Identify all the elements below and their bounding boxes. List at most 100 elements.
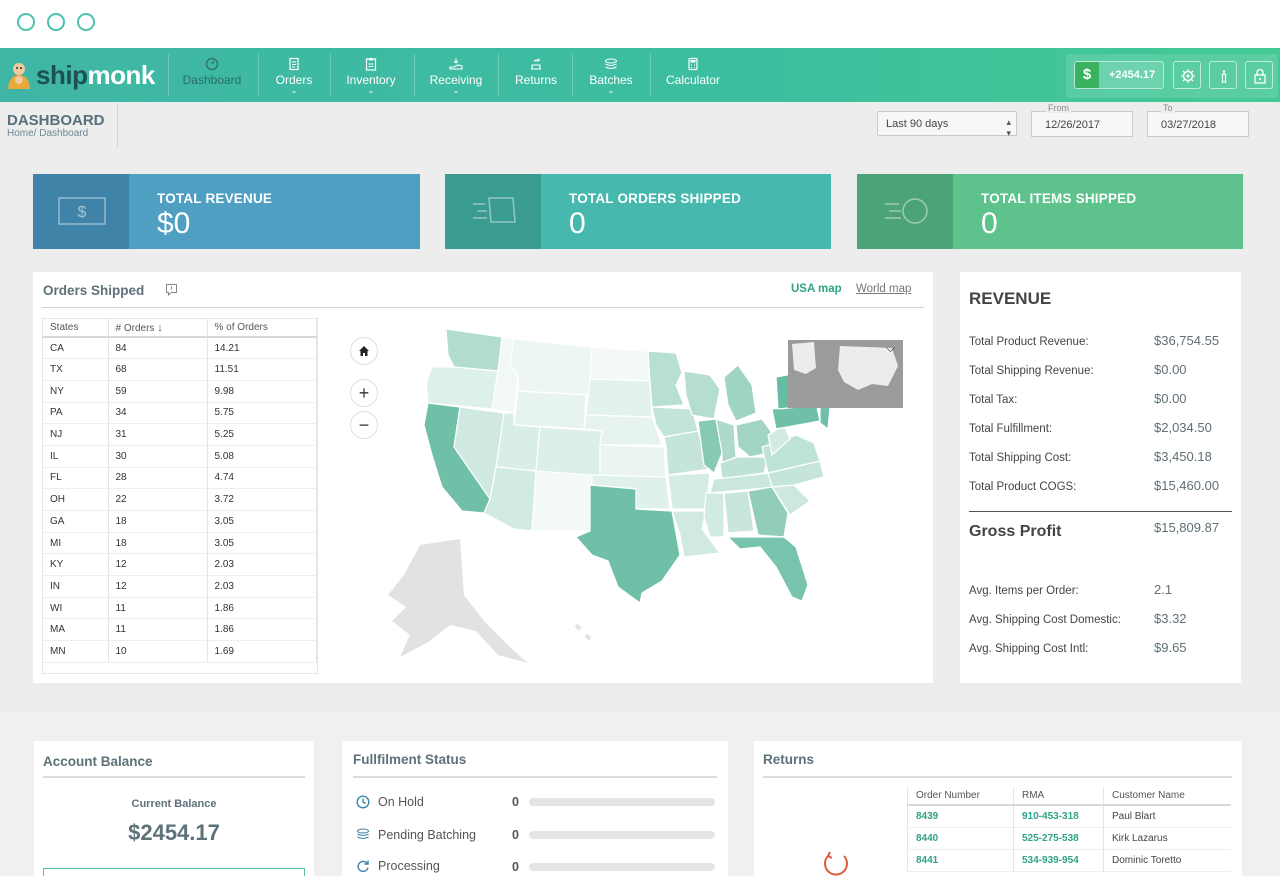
- hand-receive-icon: [449, 58, 463, 70]
- nav-separator: [498, 54, 499, 96]
- date-range-select[interactable]: Last 90 days ▴ ▾: [877, 111, 1017, 138]
- state-fl[interactable]: [726, 536, 809, 602]
- info-button[interactable]: [1209, 61, 1237, 89]
- state-ms[interactable]: [703, 492, 725, 538]
- state-nm[interactable]: [531, 470, 593, 532]
- state-hi[interactable]: [574, 623, 592, 641]
- state-mt[interactable]: [509, 338, 593, 396]
- add-funds-button[interactable]: [43, 868, 305, 876]
- map-zoom-in-button[interactable]: +: [350, 379, 378, 407]
- to-date-input[interactable]: 03/27/2018: [1147, 111, 1249, 137]
- state-wa[interactable]: [445, 328, 503, 372]
- state-cell: GA: [43, 510, 109, 533]
- orders-count-cell: 22: [108, 488, 208, 511]
- table-row[interactable]: MA 11 1.86: [43, 618, 317, 642]
- table-row[interactable]: OH 22 3.72: [43, 488, 317, 511]
- map-zoom-out-button[interactable]: −: [350, 411, 378, 439]
- table-row[interactable]: MI 18 3.05: [43, 532, 317, 555]
- from-date-input[interactable]: 12/26/2017: [1031, 111, 1133, 137]
- window-minimize-button[interactable]: [47, 13, 65, 31]
- map-home-button[interactable]: [350, 337, 378, 365]
- nav-returns[interactable]: Returns: [506, 48, 566, 102]
- order-number-cell[interactable]: 8440: [907, 827, 1014, 850]
- calculator-icon: [688, 57, 698, 71]
- state-nj[interactable]: [819, 404, 831, 431]
- state-ar[interactable]: [667, 472, 711, 510]
- window-close-button[interactable]: [17, 13, 35, 31]
- nav-orders[interactable]: Orders ⌄: [262, 48, 326, 102]
- state-mi[interactable]: [723, 364, 757, 422]
- state-ks[interactable]: [599, 444, 667, 478]
- returns-row[interactable]: 8440 525-275-538 Kirk Lazarus: [907, 827, 1231, 850]
- state-ak[interactable]: [388, 539, 528, 663]
- col-states[interactable]: States: [43, 319, 109, 338]
- breadcrumb-home[interactable]: Home/: [7, 128, 36, 139]
- nav-receiving[interactable]: Receiving ⌄: [422, 48, 490, 102]
- col-rma[interactable]: RMA: [1013, 787, 1104, 806]
- table-row[interactable]: IL 30 5.08: [43, 445, 317, 468]
- nav-dashboard[interactable]: Dashboard: [176, 48, 248, 102]
- col-orders[interactable]: # Orders ↓: [108, 319, 208, 338]
- kpi-items-icon-pane: [857, 174, 953, 249]
- comment-icon[interactable]: [165, 283, 178, 296]
- balance-button[interactable]: $ +2454.17: [1074, 61, 1164, 89]
- status-processing-label: Processing: [378, 859, 440, 873]
- state-or[interactable]: [425, 366, 499, 410]
- orders-percent-cell: 1.86: [207, 618, 317, 642]
- orders-count-cell: 18: [108, 532, 208, 555]
- average-row-label: Avg. Shipping Cost Intl:: [969, 643, 1089, 655]
- state-nd[interactable]: [589, 346, 651, 382]
- gear-icon: [1181, 69, 1195, 83]
- settings-button[interactable]: [1173, 61, 1201, 89]
- orders-shipped-rule: [42, 307, 924, 308]
- table-row[interactable]: PA 34 5.75: [43, 402, 317, 425]
- col-order-number[interactable]: Order Number: [907, 787, 1014, 806]
- shipmonk-logo[interactable]: shipmonk: [4, 58, 155, 92]
- table-row[interactable]: IN 12 2.03: [43, 575, 317, 598]
- state-cell: MI: [43, 532, 109, 555]
- revenue-row-value: $0.00: [1154, 391, 1187, 406]
- rma-cell[interactable]: 910-453-318: [1013, 805, 1104, 828]
- table-row[interactable]: TX 68 11.51: [43, 358, 317, 381]
- table-header-row: States # Orders ↓ % of Orders: [43, 319, 317, 338]
- rma-cell[interactable]: 534-939-954: [1013, 849, 1104, 872]
- col-percent[interactable]: % of Orders: [207, 319, 317, 338]
- returns-row[interactable]: 8441 534-939-954 Dominic Toretto: [907, 849, 1231, 872]
- kpi-orders-title: TOTAL ORDERS SHIPPED: [569, 191, 742, 206]
- returns-row[interactable]: 8439 910-453-318 Paul Blart: [907, 805, 1231, 828]
- orders-count-cell: 30: [108, 445, 208, 468]
- state-cell: NY: [43, 380, 109, 403]
- table-row[interactable]: FL 28 4.74: [43, 467, 317, 490]
- table-row[interactable]: WI 11 1.86: [43, 597, 317, 620]
- tab-usa-map[interactable]: USA map: [791, 283, 842, 295]
- account-balance-rule: [43, 776, 305, 778]
- state-sd[interactable]: [585, 378, 653, 418]
- nav-batches[interactable]: Batches ⌄: [580, 48, 642, 102]
- revenue-row-value: $3,450.18: [1154, 449, 1212, 464]
- table-row[interactable]: CA 84 14.21: [43, 337, 317, 360]
- nav-calculator[interactable]: Calculator: [658, 48, 728, 102]
- state-mn[interactable]: [647, 350, 685, 408]
- customer-name-cell: Kirk Lazarus: [1103, 827, 1231, 850]
- table-row[interactable]: NJ 31 5.25: [43, 423, 317, 446]
- chevron-down-icon[interactable]: ⌵: [886, 341, 895, 356]
- revenue-row-value: $15,460.00: [1154, 478, 1220, 493]
- nav-inventory[interactable]: Inventory ⌄: [338, 48, 404, 102]
- tab-world-map[interactable]: World map: [856, 283, 911, 295]
- state-co[interactable]: [535, 426, 603, 478]
- state-cell: MN: [43, 640, 109, 663]
- table-row[interactable]: KY 12 2.03: [43, 553, 317, 577]
- kpi-revenue-title: TOTAL REVENUE: [157, 191, 273, 206]
- order-number-cell[interactable]: 8439: [907, 805, 1014, 828]
- col-customer-name[interactable]: Customer Name: [1103, 787, 1231, 806]
- rma-cell[interactable]: 525-275-538: [1013, 827, 1104, 850]
- lock-button[interactable]: [1245, 61, 1273, 89]
- table-row[interactable]: MN 10 1.69: [43, 640, 317, 663]
- revenue-row-label: Total Shipping Cost:: [969, 452, 1072, 464]
- order-number-cell[interactable]: 8441: [907, 849, 1014, 872]
- breadcrumb-current[interactable]: Dashboard: [36, 128, 88, 139]
- state-wy[interactable]: [513, 390, 587, 430]
- table-row[interactable]: GA 18 3.05: [43, 510, 317, 533]
- window-maximize-button[interactable]: [77, 13, 95, 31]
- table-row[interactable]: NY 59 9.98: [43, 380, 317, 403]
